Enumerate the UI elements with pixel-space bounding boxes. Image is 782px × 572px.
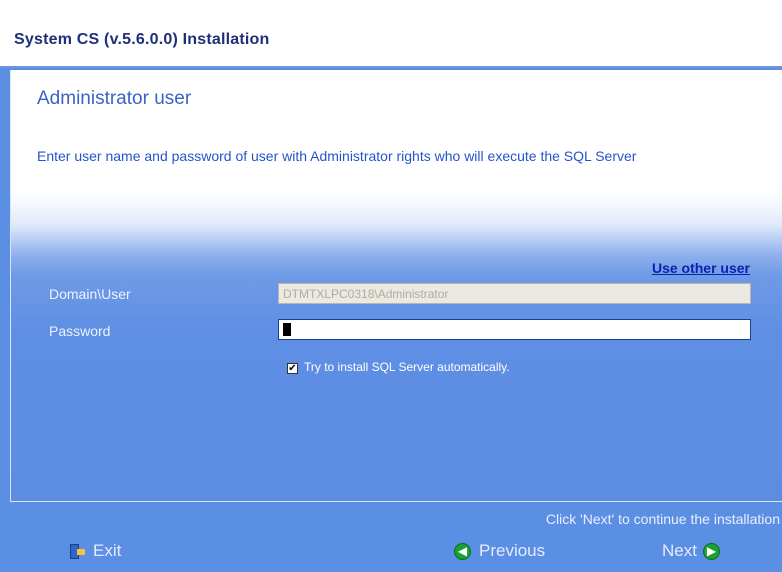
exit-button[interactable]: Exit [70,541,121,561]
window-title: System CS (v.5.6.0.0) Installation [14,31,270,48]
domain-user-field[interactable]: DTMTXLPC0318\Administrator [278,283,751,304]
next-button[interactable]: Next ▶ [662,541,720,561]
exit-door-icon [70,543,85,559]
text-caret [283,323,291,336]
right-arrow-icon: ▶ [702,542,720,560]
auto-install-label[interactable]: Try to install SQL Server automatically. [304,360,510,374]
section-title: Administrator user [37,88,192,109]
title-bar: System CS (v.5.6.0.0) Installation [0,0,782,68]
instruction-text: Enter user name and password of user wit… [37,148,637,164]
auto-install-checkbox[interactable]: ✔ [287,363,298,374]
content-panel: Administrator user Enter user name and p… [10,70,782,502]
next-label: Next [662,541,697,560]
left-arrow-icon: ◀ [454,542,471,560]
exit-label: Exit [93,541,122,560]
previous-label: Previous [479,541,546,560]
domain-user-label: Domain\User [49,286,131,302]
status-text: Click 'Next' to continue the installatio… [545,511,780,527]
use-other-user-link[interactable]: Use other user [652,260,750,276]
password-field[interactable] [278,319,751,340]
previous-button[interactable]: ◀ Previous [454,541,545,561]
password-label: Password [49,323,111,339]
